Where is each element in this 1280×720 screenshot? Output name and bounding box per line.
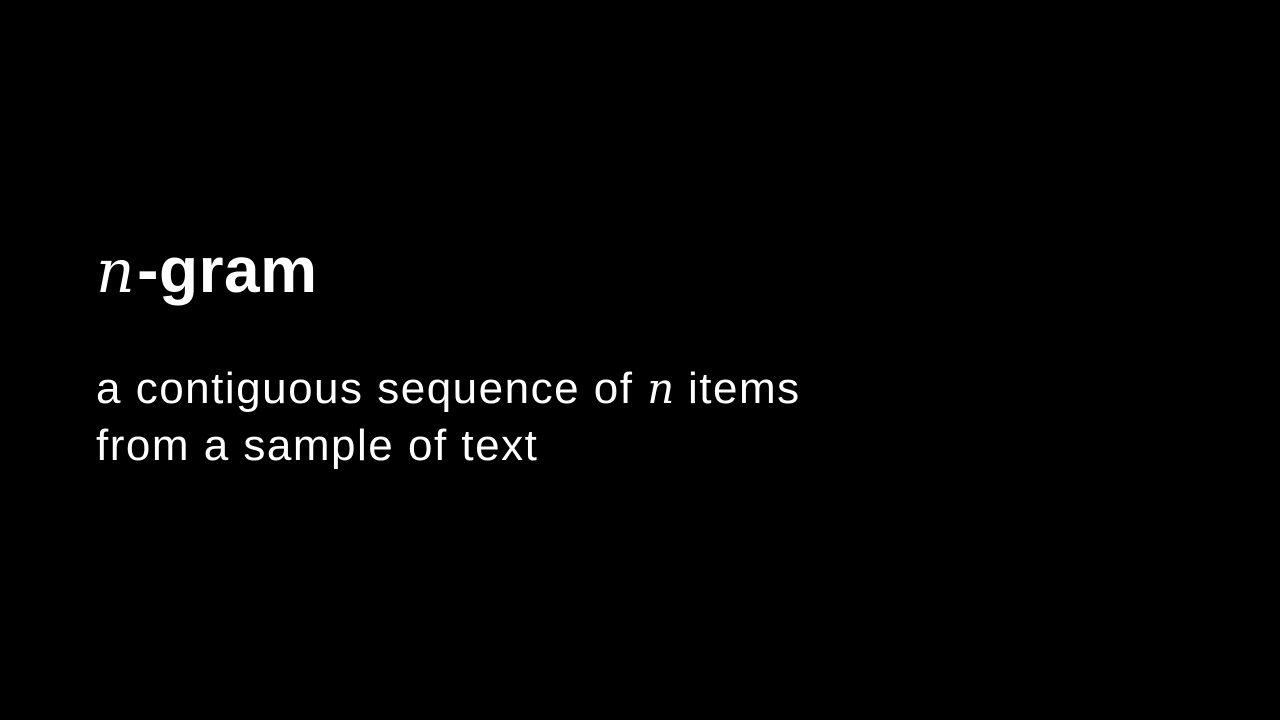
term-variable: n [96, 237, 136, 307]
definition-line-1: a contiguous sequence of n items [96, 360, 801, 417]
definition-text: a contiguous sequence of n items from a … [96, 360, 801, 474]
definition-line-1-start: a contiguous sequence of [96, 364, 648, 413]
slide: n-gram a contiguous sequence of n items … [0, 0, 1280, 720]
term-heading: n-gram [96, 232, 317, 310]
definition-line-2: from a sample of text [96, 421, 539, 470]
definition-variable: n [647, 364, 675, 413]
definition-line-1-end: items [674, 364, 801, 413]
term-suffix: -gram [137, 234, 318, 306]
